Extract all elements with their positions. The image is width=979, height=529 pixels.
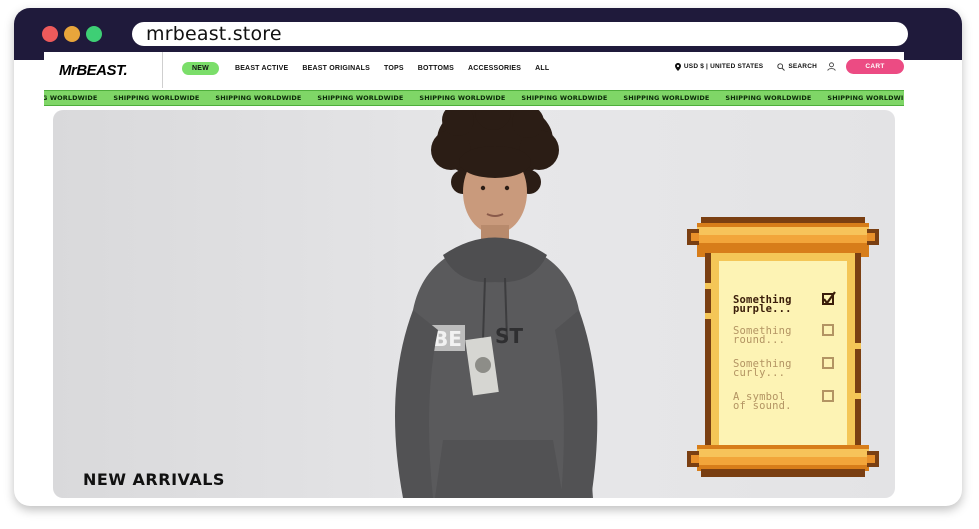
hero-banner[interactable]: BE ST NEW ARRIVALS Something purple... S… [53,110,895,498]
currency-label: USD $ | UNITED STATES [683,63,764,70]
pixel-scroll-checklist: Something purple... Something round... S… [683,213,883,479]
shipping-worldwide-text: SHIPPING WORLDWIDE [623,94,710,102]
nav-item-beast-active[interactable]: BEAST ACTIVE [235,65,288,72]
checklist-item-4-line2: of sound. [733,400,792,412]
shipping-worldwide-text: SHIPPING WORLDWIDE [521,94,608,102]
nav-item-new[interactable]: NEW [182,62,219,75]
checklist-item-3-line2: curly... [733,367,786,379]
shipping-ticker: ING WORLDWIDE SHIPPING WORLDWIDE SHIPPING … [44,94,904,102]
search-icon [777,62,786,71]
svg-text:ST: ST [495,324,523,348]
main-nav: NEW BEAST ACTIVE BEAST ORIGINALS TOPS BO… [182,62,563,75]
address-bar[interactable]: mrbeast.store [132,22,908,46]
shipping-worldwide-text: ING WORLDWIDE [44,94,98,102]
search-button[interactable]: SEARCH [777,62,817,71]
shipping-worldwide-text: SHIPPING WORLDWIDE [725,94,812,102]
currency-selector[interactable]: USD $ | UNITED STATES [674,62,764,71]
shipping-worldwide-text: SHIPPING WORLDWIDE [113,94,200,102]
new-arrivals-heading[interactable]: NEW ARRIVALS [83,470,225,489]
location-pin-icon [674,62,681,71]
shipping-banner: ING WORLDWIDE SHIPPING WORLDWIDE SHIPPING … [44,90,904,106]
header-actions: USD $ | UNITED STATES SEARCH CART [674,59,904,74]
nav-item-bottoms[interactable]: BOTTOMS [418,65,454,72]
minimize-window-dot[interactable] [64,26,80,42]
account-icon[interactable] [827,62,836,71]
shipping-worldwide-text: SHIPPING WORLDWIDE [419,94,506,102]
maximize-window-dot[interactable] [86,26,102,42]
nav-item-beast-originals[interactable]: BEAST ORIGINALS [302,65,370,72]
shipping-worldwide-text: SHIPPING WORLDWIDE [827,94,904,102]
nav-item-tops[interactable]: TOPS [384,65,404,72]
nav-item-all[interactable]: ALL [535,65,549,72]
site-header: MrBEAST. NEW BEAST ACTIVE BEAST ORIGINAL… [44,52,904,88]
checklist-item-1-line2: purple... [733,303,792,315]
shipping-worldwide-text: SHIPPING WORLDWIDE [215,94,302,102]
mrbeast-logo[interactable]: MrBEAST. [59,62,128,79]
checklist-item-2-line2: round... [733,334,786,346]
logo-divider [162,52,163,88]
cart-button[interactable]: CART [846,59,904,74]
shipping-worldwide-text: SHIPPING WORLDWIDE [317,94,404,102]
model-in-hoodie-image: BE ST [395,110,598,498]
close-window-dot[interactable] [42,26,58,42]
nav-item-accessories[interactable]: ACCESSORIES [468,65,521,72]
scroll-artwork [687,217,879,477]
search-label: SEARCH [788,63,817,70]
